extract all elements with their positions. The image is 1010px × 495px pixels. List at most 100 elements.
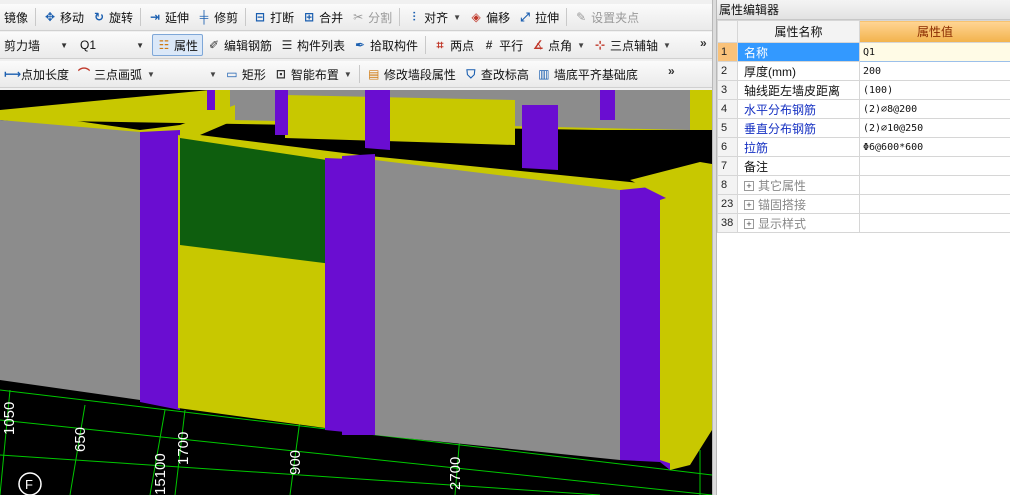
trim-button[interactable]: ╪ 修剪: [193, 6, 242, 28]
move-button[interactable]: ✥ 移动: [39, 6, 88, 28]
merge-button[interactable]: ⊞ 合并: [298, 6, 347, 28]
property-value-input[interactable]: (100): [859, 80, 1010, 100]
pick-component-button[interactable]: ✒ 拾取构件: [349, 34, 422, 56]
property-value-header: 属性值: [859, 20, 1010, 43]
row-number-header: [717, 20, 738, 43]
property-table-header: 属性名称 属性值: [717, 20, 1010, 43]
two-point-button[interactable]: ⌗ 两点: [429, 34, 478, 56]
expand-plus-icon[interactable]: +: [744, 219, 754, 230]
property-row[interactable]: 5 垂直分布钢筋 (2)⌀10@250: [717, 118, 1010, 138]
draw-mode-dropdown[interactable]: ▼: [203, 63, 221, 85]
smart-layout-button[interactable]: ⊡ 智能布置 ▼: [270, 63, 356, 85]
chevron-down-icon: ▼: [663, 40, 671, 50]
edit-rebar-button[interactable]: ✐ 编辑钢筋: [203, 34, 276, 56]
property-group-label: 其它属性: [758, 178, 807, 193]
property-editor-title: 属性编辑器: [717, 0, 1010, 20]
trim-icon: ╪: [199, 10, 209, 24]
rectangle-icon: ▭: [226, 67, 238, 81]
rectangle-label: 矩形: [241, 67, 266, 82]
property-name: 厚度(mm): [737, 61, 860, 81]
toolbar-overflow-icon[interactable]: »: [668, 64, 675, 78]
mirror-button[interactable]: 镜像: [0, 6, 32, 28]
property-value-input: [859, 213, 1010, 233]
property-row[interactable]: 7 备注: [717, 156, 1010, 176]
split-label: 分割: [368, 10, 393, 25]
rectangle-button[interactable]: ▭ 矩形: [221, 63, 270, 85]
axis-label: 650: [72, 427, 89, 452]
list-icon: ☰: [281, 38, 293, 52]
modify-wall-segment-label: 修改墙段属性: [383, 67, 456, 82]
property-icon: ☷: [158, 38, 170, 52]
three-point-arc-button[interactable]: ⌒ 三点画弧 ▼: [73, 63, 159, 85]
property-row[interactable]: 6 拉筋 Φ6@600*600: [717, 137, 1010, 157]
property-value-input[interactable]: 200: [859, 61, 1010, 81]
expand-plus-icon[interactable]: +: [744, 181, 754, 192]
3d-viewport[interactable]: 1050 650 15100 1700 900 2700 F: [0, 90, 712, 495]
chevron-down-icon: ▼: [208, 69, 217, 79]
property-group-row[interactable]: 23 + 锚固搭接: [717, 194, 1010, 214]
axis-label: 1700: [175, 432, 192, 465]
modify-elevation-button[interactable]: ⛉ 查改标高: [460, 63, 533, 85]
pick-icon: ✒: [355, 38, 366, 52]
point-length-button[interactable]: ⟼ 点加长度: [0, 63, 73, 85]
toolbar-separator: [245, 8, 247, 26]
component-type-select[interactable]: 剪力墙 ▼: [0, 35, 72, 55]
property-value-input[interactable]: (2)⌀10@250: [859, 118, 1010, 138]
toolbar-overflow-icon[interactable]: »: [700, 36, 707, 50]
move-icon: ✥: [44, 10, 56, 24]
align-button[interactable]: ⫶ 对齐 ▼: [403, 6, 465, 28]
three-point-axis-button[interactable]: ⊹ 三点辅轴 ▼: [589, 34, 675, 56]
3d-model-canvas: 1050 650 15100 1700 900 2700 F: [0, 90, 712, 495]
property-value-input[interactable]: (2)⌀8@200: [859, 99, 1010, 119]
property-value-input[interactable]: Φ6@600*600: [859, 137, 1010, 157]
property-row[interactable]: 2 厚度(mm) 200: [717, 61, 1010, 81]
component-name-select[interactable]: Q1 ▼: [76, 35, 148, 55]
property-row[interactable]: 1 名称 Q1: [717, 42, 1010, 62]
set-grip-label: 设置夹点: [591, 10, 640, 25]
offset-button[interactable]: ◈ 偏移: [465, 6, 514, 28]
axis-label: 1050: [1, 402, 18, 435]
rotate-button[interactable]: ↻ 旋转: [88, 6, 137, 28]
parallel-button[interactable]: # 平行: [478, 34, 527, 56]
three-point-axis-label: 三点辅轴: [610, 38, 659, 53]
toolbar-separator: [358, 65, 360, 83]
property-row[interactable]: 3 轴线距左墙皮距离 (100): [717, 80, 1010, 100]
wall-bottom-align-button[interactable]: ▥ 墙底平齐基础底: [533, 63, 642, 85]
component-list-button[interactable]: ☰ 构件列表: [276, 34, 349, 56]
extend-label: 延伸: [165, 10, 190, 25]
stretch-button[interactable]: ⤢ 拉伸: [514, 6, 563, 28]
modify-wall-segment-button[interactable]: ▤ 修改墙段属性: [363, 63, 460, 85]
component-type-value: 剪力墙: [4, 38, 41, 53]
app-window: 镜像 ✥ 移动 ↻ 旋转 ⇥ 延伸 ╪ 修剪 ⊟ 打断 ⊞ 合并 ✂ 分割 ⫶ 对齐 ▼ ◈ 偏移 …: [0, 0, 1010, 495]
merge-icon: ⊞: [304, 10, 315, 24]
offset-icon: ◈: [471, 10, 481, 24]
move-label: 移动: [60, 10, 85, 25]
row-number: 23: [717, 194, 738, 214]
point-length-icon: ⟼: [4, 67, 22, 81]
chevron-down-icon: ▼: [343, 69, 352, 79]
row-number: 4: [717, 99, 738, 119]
expand-plus-icon[interactable]: +: [744, 200, 754, 211]
row-number: 8: [717, 175, 738, 195]
property-button[interactable]: ☷ 属性: [152, 34, 204, 56]
property-value-input[interactable]: [859, 156, 1010, 176]
wall-bottom-align-label: 墙底平齐基础底: [553, 67, 638, 82]
axis-marker: F: [25, 477, 33, 492]
property-group-row[interactable]: 8 + 其它属性: [717, 175, 1010, 195]
property-editor: 属性编辑器 属性名称 属性值 1 名称 Q1 2 厚度(mm) 200 3 轴线…: [717, 0, 1010, 495]
split-button[interactable]: ✂ 分割: [347, 6, 396, 28]
property-group-row[interactable]: 38 + 显示样式: [717, 213, 1010, 233]
point-angle-button[interactable]: ∡ 点角 ▼: [527, 34, 589, 56]
property-group-label: 锚固搭接: [758, 197, 807, 212]
set-grip-button[interactable]: ✎ 设置夹点: [570, 6, 643, 28]
stretch-icon: ⤢: [520, 10, 530, 24]
axis-label: 900: [287, 450, 304, 475]
property-name: 水平分布钢筋: [737, 99, 860, 119]
toolbar-separator: [425, 36, 427, 54]
extend-button[interactable]: ⇥ 延伸: [144, 6, 193, 28]
property-row[interactable]: 4 水平分布钢筋 (2)⌀8@200: [717, 99, 1010, 119]
column-middle-shade: [342, 154, 375, 435]
trim-label: 修剪: [214, 10, 239, 25]
break-button[interactable]: ⊟ 打断: [249, 6, 298, 28]
property-value-input[interactable]: Q1: [859, 42, 1010, 62]
